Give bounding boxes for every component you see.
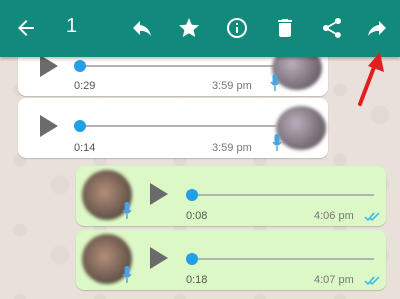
- message-time: 4:07 pm: [314, 274, 354, 286]
- microphone-icon: [122, 266, 132, 284]
- play-button[interactable]: [150, 183, 168, 205]
- annotation-arrow-icon: [358, 52, 384, 106]
- microphone-icon: [122, 202, 132, 220]
- audio-progress-track[interactable]: [192, 258, 374, 260]
- audio-progress-knob[interactable]: [186, 253, 198, 265]
- read-ticks-icon: [364, 212, 380, 222]
- voice-message-outgoing[interactable]: 0:18 4:07 pm: [76, 230, 386, 290]
- microphone-icon: [270, 74, 280, 92]
- forward-icon: [368, 21, 386, 36]
- back-button[interactable]: [11, 13, 41, 43]
- reply-button[interactable]: [127, 13, 157, 43]
- message-time: 4:06 pm: [314, 210, 354, 222]
- read-ticks-icon: [364, 276, 380, 286]
- share-button[interactable]: [317, 13, 347, 43]
- info-icon: [227, 18, 247, 38]
- sender-avatar: [276, 106, 326, 150]
- audio-progress-track[interactable]: [80, 125, 276, 127]
- microphone-icon: [272, 134, 282, 152]
- back-arrow-icon: [18, 20, 34, 36]
- delete-button[interactable]: [270, 13, 300, 43]
- voice-message-incoming[interactable]: 0:14 3:59 pm: [18, 98, 328, 158]
- reply-icon: [133, 21, 151, 36]
- voice-duration: 0:29: [74, 80, 96, 92]
- star-icon: [179, 18, 199, 37]
- audio-progress-knob[interactable]: [74, 60, 86, 72]
- message-time: 3:59 pm: [212, 80, 252, 92]
- play-button[interactable]: [40, 55, 58, 77]
- audio-progress-knob[interactable]: [74, 120, 86, 132]
- voice-duration: 0:18: [186, 274, 208, 286]
- audio-progress-knob[interactable]: [186, 189, 198, 201]
- star-button[interactable]: [174, 13, 204, 43]
- selection-toolbar: 1: [0, 0, 400, 57]
- play-button[interactable]: [40, 115, 58, 137]
- share-icon: [323, 18, 341, 38]
- voice-message-outgoing[interactable]: 0:08 4:06 pm: [76, 166, 386, 226]
- info-button[interactable]: [222, 13, 252, 43]
- delete-icon: [278, 19, 292, 37]
- message-time: 3:59 pm: [212, 142, 252, 154]
- audio-progress-track[interactable]: [80, 65, 276, 67]
- play-button[interactable]: [150, 247, 168, 269]
- voice-duration: 0:08: [186, 210, 208, 222]
- voice-duration: 0:14: [74, 142, 96, 154]
- audio-progress-track[interactable]: [192, 194, 374, 196]
- selected-count: 1: [66, 15, 78, 37]
- forward-button[interactable]: [362, 13, 392, 43]
